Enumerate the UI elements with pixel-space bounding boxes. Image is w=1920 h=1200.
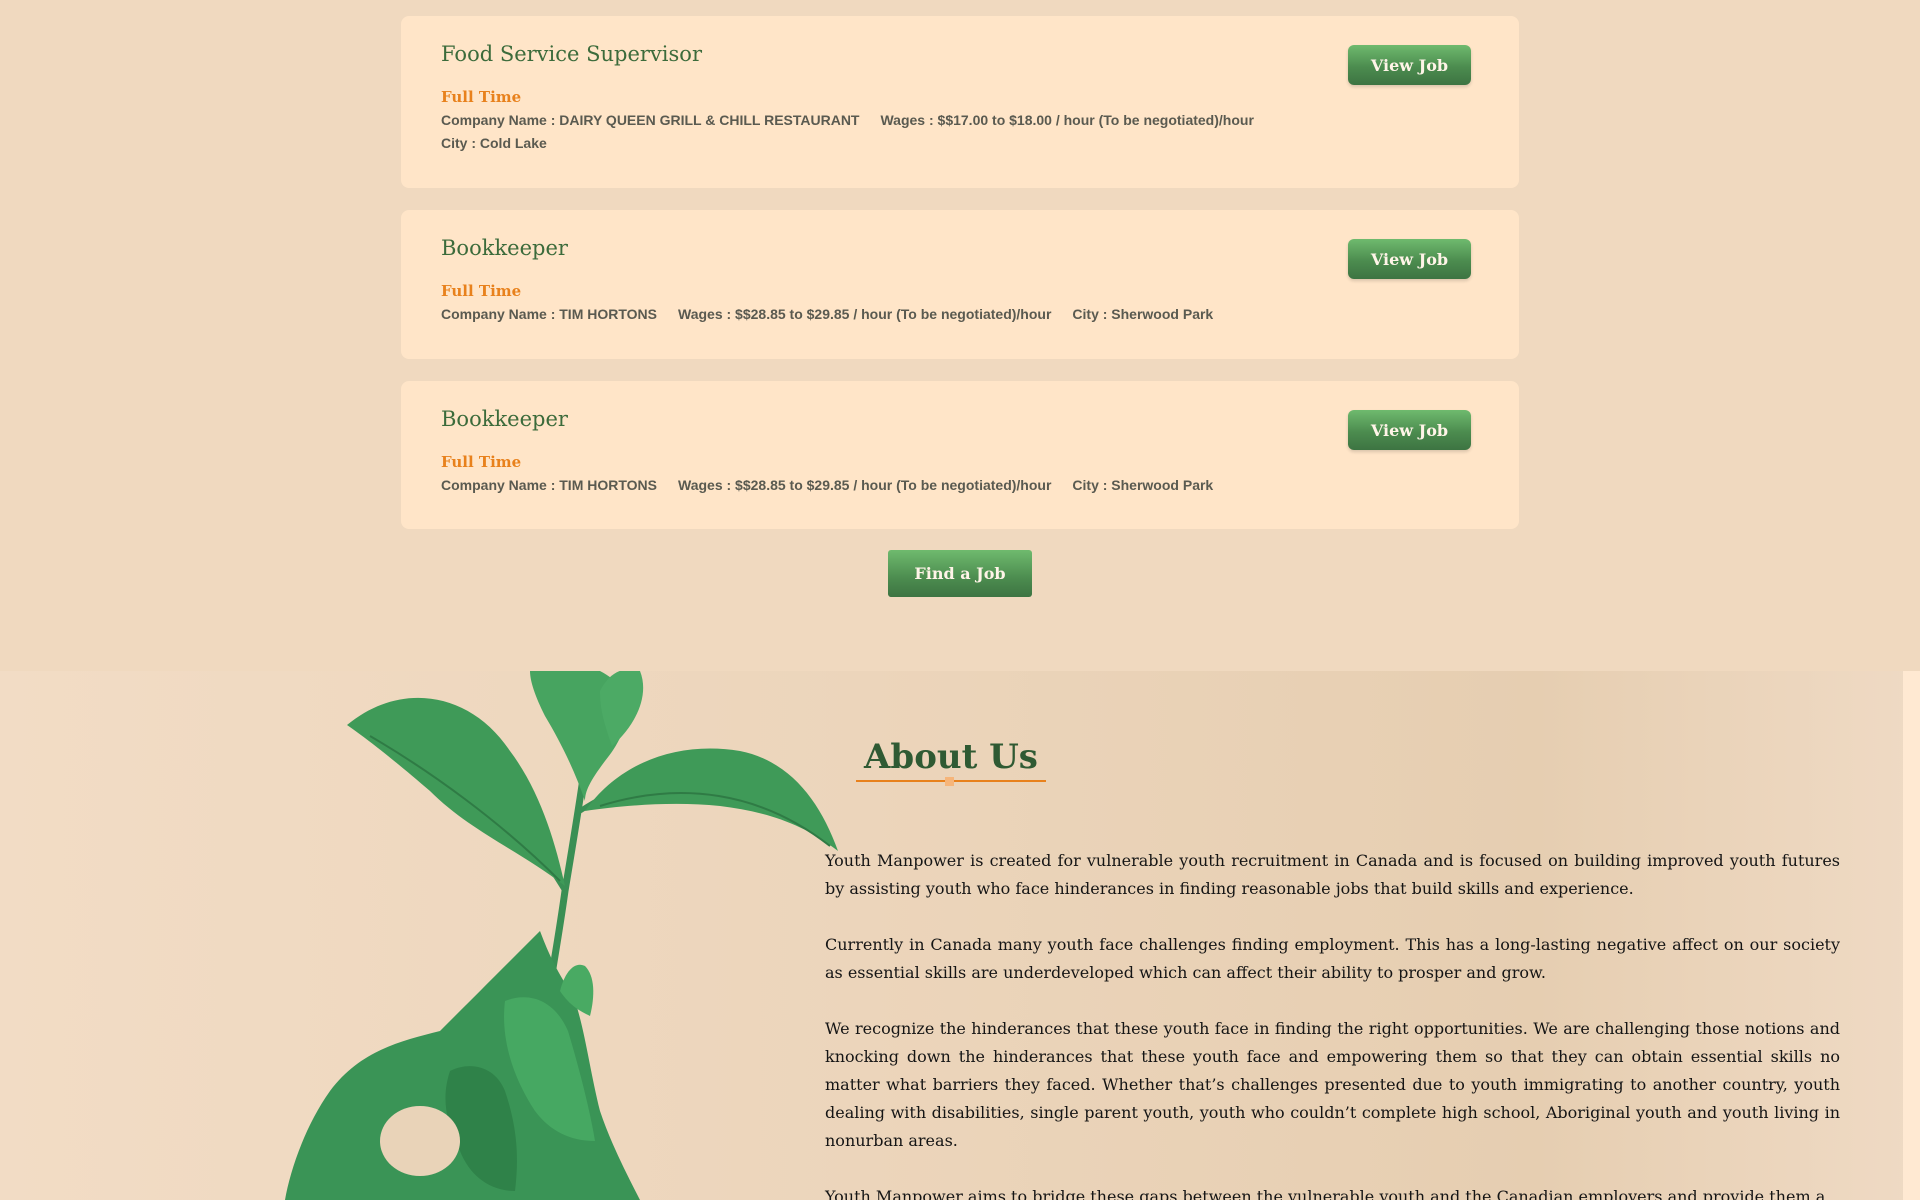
job-type: Full Time bbox=[441, 88, 522, 106]
job-meta: Company Name : DAIRY QUEEN GRILL & CHILL… bbox=[441, 112, 1275, 128]
job-meta-city-row: City : Cold Lake bbox=[441, 135, 547, 151]
about-paragraph: We recognize the hinderances that these … bbox=[825, 1019, 1840, 1150]
job-city: City : Sherwood Park bbox=[1072, 477, 1214, 493]
find-a-job-button[interactable]: Find a Job bbox=[888, 550, 1032, 597]
about-paragraph: Currently in Canada many youth face chal… bbox=[825, 935, 1840, 982]
job-title[interactable]: Bookkeeper bbox=[441, 407, 568, 431]
job-wages: Wages : $$28.85 to $29.85 / hour (To be … bbox=[678, 306, 1052, 322]
job-wages: Wages : $$17.00 to $18.00 / hour (To be … bbox=[880, 112, 1254, 128]
heading-underline-accent bbox=[945, 777, 954, 786]
about-section: About Us Youth Manpower is created for v… bbox=[0, 671, 1920, 1200]
about-us-text: Youth Manpower is created for vulnerable… bbox=[825, 847, 1840, 1200]
about-paragraph: Youth Manpower aims to bridge these gaps… bbox=[825, 1187, 1826, 1200]
job-city: City : Cold Lake bbox=[441, 135, 547, 151]
right-edge-strip bbox=[1903, 671, 1920, 1200]
about-paragraph: Youth Manpower is created for vulnerable… bbox=[825, 851, 1840, 898]
job-wages: Wages : $$28.85 to $29.85 / hour (To be … bbox=[678, 477, 1052, 493]
job-title[interactable]: Bookkeeper bbox=[441, 236, 568, 260]
view-job-button[interactable]: View Job bbox=[1348, 45, 1471, 85]
job-card: Bookkeeper Full Time Company Name : TIM … bbox=[401, 381, 1519, 529]
job-company: Company Name : TIM HORTONS bbox=[441, 477, 657, 493]
job-company: Company Name : TIM HORTONS bbox=[441, 306, 657, 322]
job-title[interactable]: Food Service Supervisor bbox=[441, 42, 702, 66]
plant-hand-image bbox=[285, 671, 838, 1200]
job-card: Food Service Supervisor Full Time Compan… bbox=[401, 16, 1519, 188]
job-company: Company Name : DAIRY QUEEN GRILL & CHILL… bbox=[441, 112, 860, 128]
job-card: Bookkeeper Full Time Company Name : TIM … bbox=[401, 210, 1519, 359]
view-job-button[interactable]: View Job bbox=[1348, 239, 1471, 279]
view-job-button[interactable]: View Job bbox=[1348, 410, 1471, 450]
job-type: Full Time bbox=[441, 453, 522, 471]
job-meta: Company Name : TIM HORTONS Wages : $$28.8… bbox=[441, 477, 1234, 493]
job-type: Full Time bbox=[441, 282, 522, 300]
job-meta: Company Name : TIM HORTONS Wages : $$28.8… bbox=[441, 306, 1234, 322]
job-city: City : Sherwood Park bbox=[1072, 306, 1214, 322]
jobs-section: Food Service Supervisor Full Time Compan… bbox=[0, 0, 1920, 671]
about-us-heading: About Us bbox=[864, 737, 1038, 777]
